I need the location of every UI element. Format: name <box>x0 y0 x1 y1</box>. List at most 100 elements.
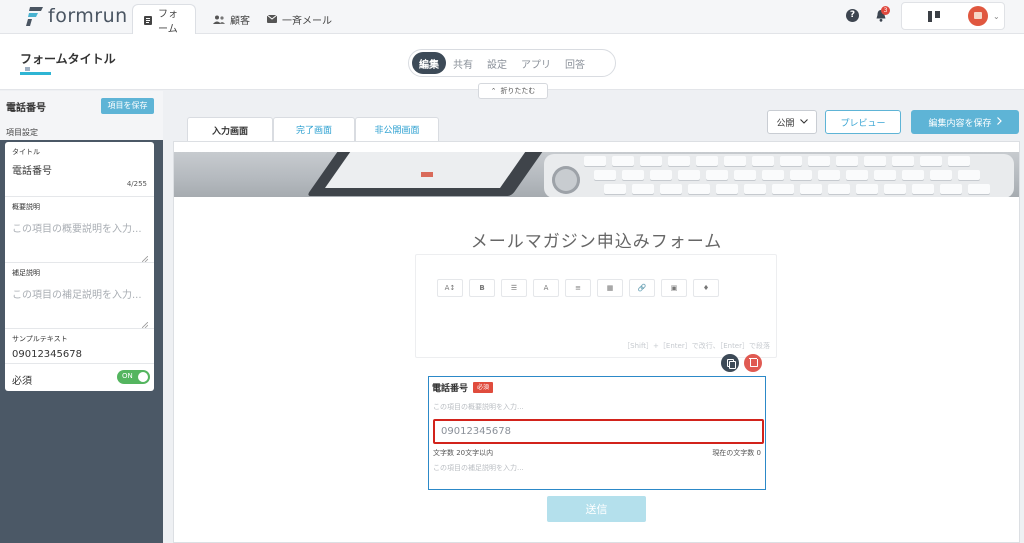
sidebar-section: 項目設定 <box>0 122 163 140</box>
chevron-down-icon: ⌄ <box>993 12 1000 21</box>
align-icon[interactable]: ≡ <box>565 279 591 297</box>
preview-button[interactable]: プレビュー <box>825 110 901 134</box>
note-field-label: 補足説明 <box>12 269 40 277</box>
link-icon[interactable]: 🔗 <box>629 279 655 297</box>
mail-icon <box>266 14 278 24</box>
save-edits-button[interactable]: 編集内容を保存 <box>911 110 1019 134</box>
sidebar-section-label: 項目設定 <box>6 128 38 137</box>
nav-tab-form[interactable]: フォーム <box>132 4 196 35</box>
banner-key-row <box>604 184 990 194</box>
help-icon[interactable]: ? <box>846 9 859 22</box>
tab-private-screen[interactable]: 非公開画面 <box>355 117 439 141</box>
sample-text-field[interactable]: サンプルテキスト 09012345678 <box>5 329 154 364</box>
title-field-value[interactable]: 電話番号 <box>12 162 52 177</box>
segment-responses[interactable]: 回答 <box>558 52 592 74</box>
header-image[interactable] <box>174 152 1019 197</box>
description-field-placeholder[interactable]: この項目の概要説明を入力... <box>12 220 142 235</box>
phone-input[interactable]: 09012345678 <box>433 419 764 444</box>
required-toggle[interactable]: ON <box>117 370 150 384</box>
tab-complete-screen[interactable]: 完了画面 <box>273 117 355 141</box>
banner-tablet-screen <box>324 152 529 188</box>
avatar <box>968 6 988 26</box>
char-limit-text: 文字数 20文字以内 <box>433 449 494 457</box>
save-item-button[interactable]: 項目を保存 <box>101 98 154 114</box>
note-field-placeholder[interactable]: この項目の補足説明を入力... <box>12 286 142 301</box>
formrun-logo[interactable]: formrun <box>26 5 128 27</box>
logo-text: formrun <box>48 5 128 27</box>
nav-tab-bulk-mail[interactable]: 一斉メール <box>257 4 342 34</box>
mode-switcher: 編集 共有 設定 アプリ 回答 <box>408 49 616 77</box>
chevron-down-icon <box>799 117 808 127</box>
tab-input-screen[interactable]: 入力画面 <box>187 117 273 142</box>
font-size-icon[interactable]: A↕ <box>437 279 463 297</box>
chevron-up-icon: ⌃ <box>490 87 497 95</box>
sample-text-value[interactable]: 09012345678 <box>12 349 82 360</box>
required-badge: 必須 <box>473 382 493 393</box>
nav-tab-bulk-mail-label: 一斉メール <box>282 15 332 27</box>
text-color-icon[interactable]: A <box>533 279 559 297</box>
resize-handle-icon[interactable] <box>141 318 149 329</box>
chevron-right-icon <box>996 116 1002 128</box>
page-title[interactable]: フォームタイトル <box>20 50 116 67</box>
note-field[interactable]: 補足説明 この項目の補足説明を入力... <box>5 263 154 329</box>
image-icon[interactable]: ▣ <box>661 279 687 297</box>
resize-handle-icon[interactable] <box>141 252 149 263</box>
segment-apps[interactable]: アプリ <box>514 52 558 74</box>
phone-field-note[interactable]: この項目の補足説明を入力... <box>433 463 524 473</box>
editor-hint: ［Shift］+［Enter］で改行、［Enter］で段落 <box>623 342 770 350</box>
publish-select[interactable]: 公開 <box>767 110 817 134</box>
title-underline <box>20 72 51 75</box>
fold-button-label: 折りたたむ <box>500 87 536 95</box>
list-icon[interactable]: ☰ <box>501 279 527 297</box>
table-icon[interactable]: ▦ <box>597 279 623 297</box>
description-field-label: 概要説明 <box>12 203 40 211</box>
form-icon <box>143 15 153 25</box>
item-settings-card: タイトル 電話番号 4/255 概要説明 この項目の概要説明を入力... 補足説… <box>5 142 154 391</box>
phone-field-label: 電話番号 <box>432 384 469 394</box>
publish-select-label: 公開 <box>776 118 795 129</box>
bold-icon[interactable]: B <box>469 279 495 297</box>
sidebar-title: 電話番号 <box>6 103 46 114</box>
banner-keyboard-knob <box>552 166 580 194</box>
account-menu[interactable]: ⌄ <box>901 2 1005 30</box>
banner-key-row <box>584 156 970 166</box>
sidebar-header: 電話番号 項目を保存 <box>0 91 163 122</box>
duplicate-icon[interactable] <box>721 354 739 372</box>
item-settings-sidebar: 電話番号 項目を保存 項目設定 タイトル 電話番号 4/255 概要説明 この項… <box>0 91 163 543</box>
form-header: フォームタイトル 編集 共有 設定 アプリ 回答 <box>0 34 1024 90</box>
nav-tab-form-label: フォーム <box>158 9 178 35</box>
nav-tab-customers[interactable]: 顧客 <box>203 4 260 34</box>
title-char-count: 4/255 <box>126 180 147 188</box>
editor-toolbar: A↕ B ☰ A ≡ ▦ 🔗 ▣ ♦ <box>437 279 719 297</box>
current-char-count: 現在の文字数 0 <box>712 449 761 457</box>
special-char-icon[interactable]: ♦ <box>693 279 719 297</box>
banner-key-row <box>594 170 980 180</box>
form-heading[interactable]: メールマガジン申込みフォーム <box>174 227 1019 252</box>
save-edits-label: 編集内容を保存 <box>928 118 992 129</box>
title-field-label: タイトル <box>12 148 40 156</box>
phone-field-block[interactable]: 電話番号 必須 この項目の概要説明を入力... 09012345678 文字数 … <box>428 376 766 490</box>
segment-share[interactable]: 共有 <box>446 52 480 74</box>
required-toggle-label: ON <box>122 372 133 380</box>
description-field[interactable]: 概要説明 この項目の概要説明を入力... <box>5 197 154 263</box>
fold-button[interactable]: ⌃ 折りたたむ <box>478 83 548 99</box>
account-name-mask <box>928 11 940 22</box>
form-canvas: メールマガジン申込みフォーム A↕ B ☰ A ≡ ▦ 🔗 ▣ ♦ ［Shift… <box>173 141 1020 543</box>
submit-button[interactable]: 送信 <box>547 496 646 522</box>
required-label: 必須 <box>12 376 32 387</box>
logo-mark-icon <box>26 5 44 27</box>
top-navigation: formrun フォーム 顧客 一斉メール ? 3 ⌄ <box>0 0 1024 35</box>
notification-badge: 3 <box>881 6 890 15</box>
sample-text-label: サンプルテキスト <box>12 335 68 343</box>
trash-icon[interactable] <box>744 354 762 372</box>
form-editor-main: 入力画面 完了画面 非公開画面 公開 プレビュー 編集内容を保存 メールマガジン… <box>163 91 1024 543</box>
banner-tablet-accent <box>421 172 433 177</box>
segment-settings[interactable]: 設定 <box>480 52 514 74</box>
nav-tab-customers-label: 顧客 <box>230 15 250 27</box>
title-field[interactable]: タイトル 電話番号 4/255 <box>5 142 154 197</box>
phone-field-description[interactable]: この項目の概要説明を入力... <box>433 402 524 412</box>
customers-icon <box>213 15 225 24</box>
segment-edit[interactable]: 編集 <box>412 52 446 74</box>
title-status-mark <box>25 67 30 71</box>
rich-text-editor[interactable]: A↕ B ☰ A ≡ ▦ 🔗 ▣ ♦ ［Shift］+［Enter］で改行、［E… <box>415 254 777 358</box>
